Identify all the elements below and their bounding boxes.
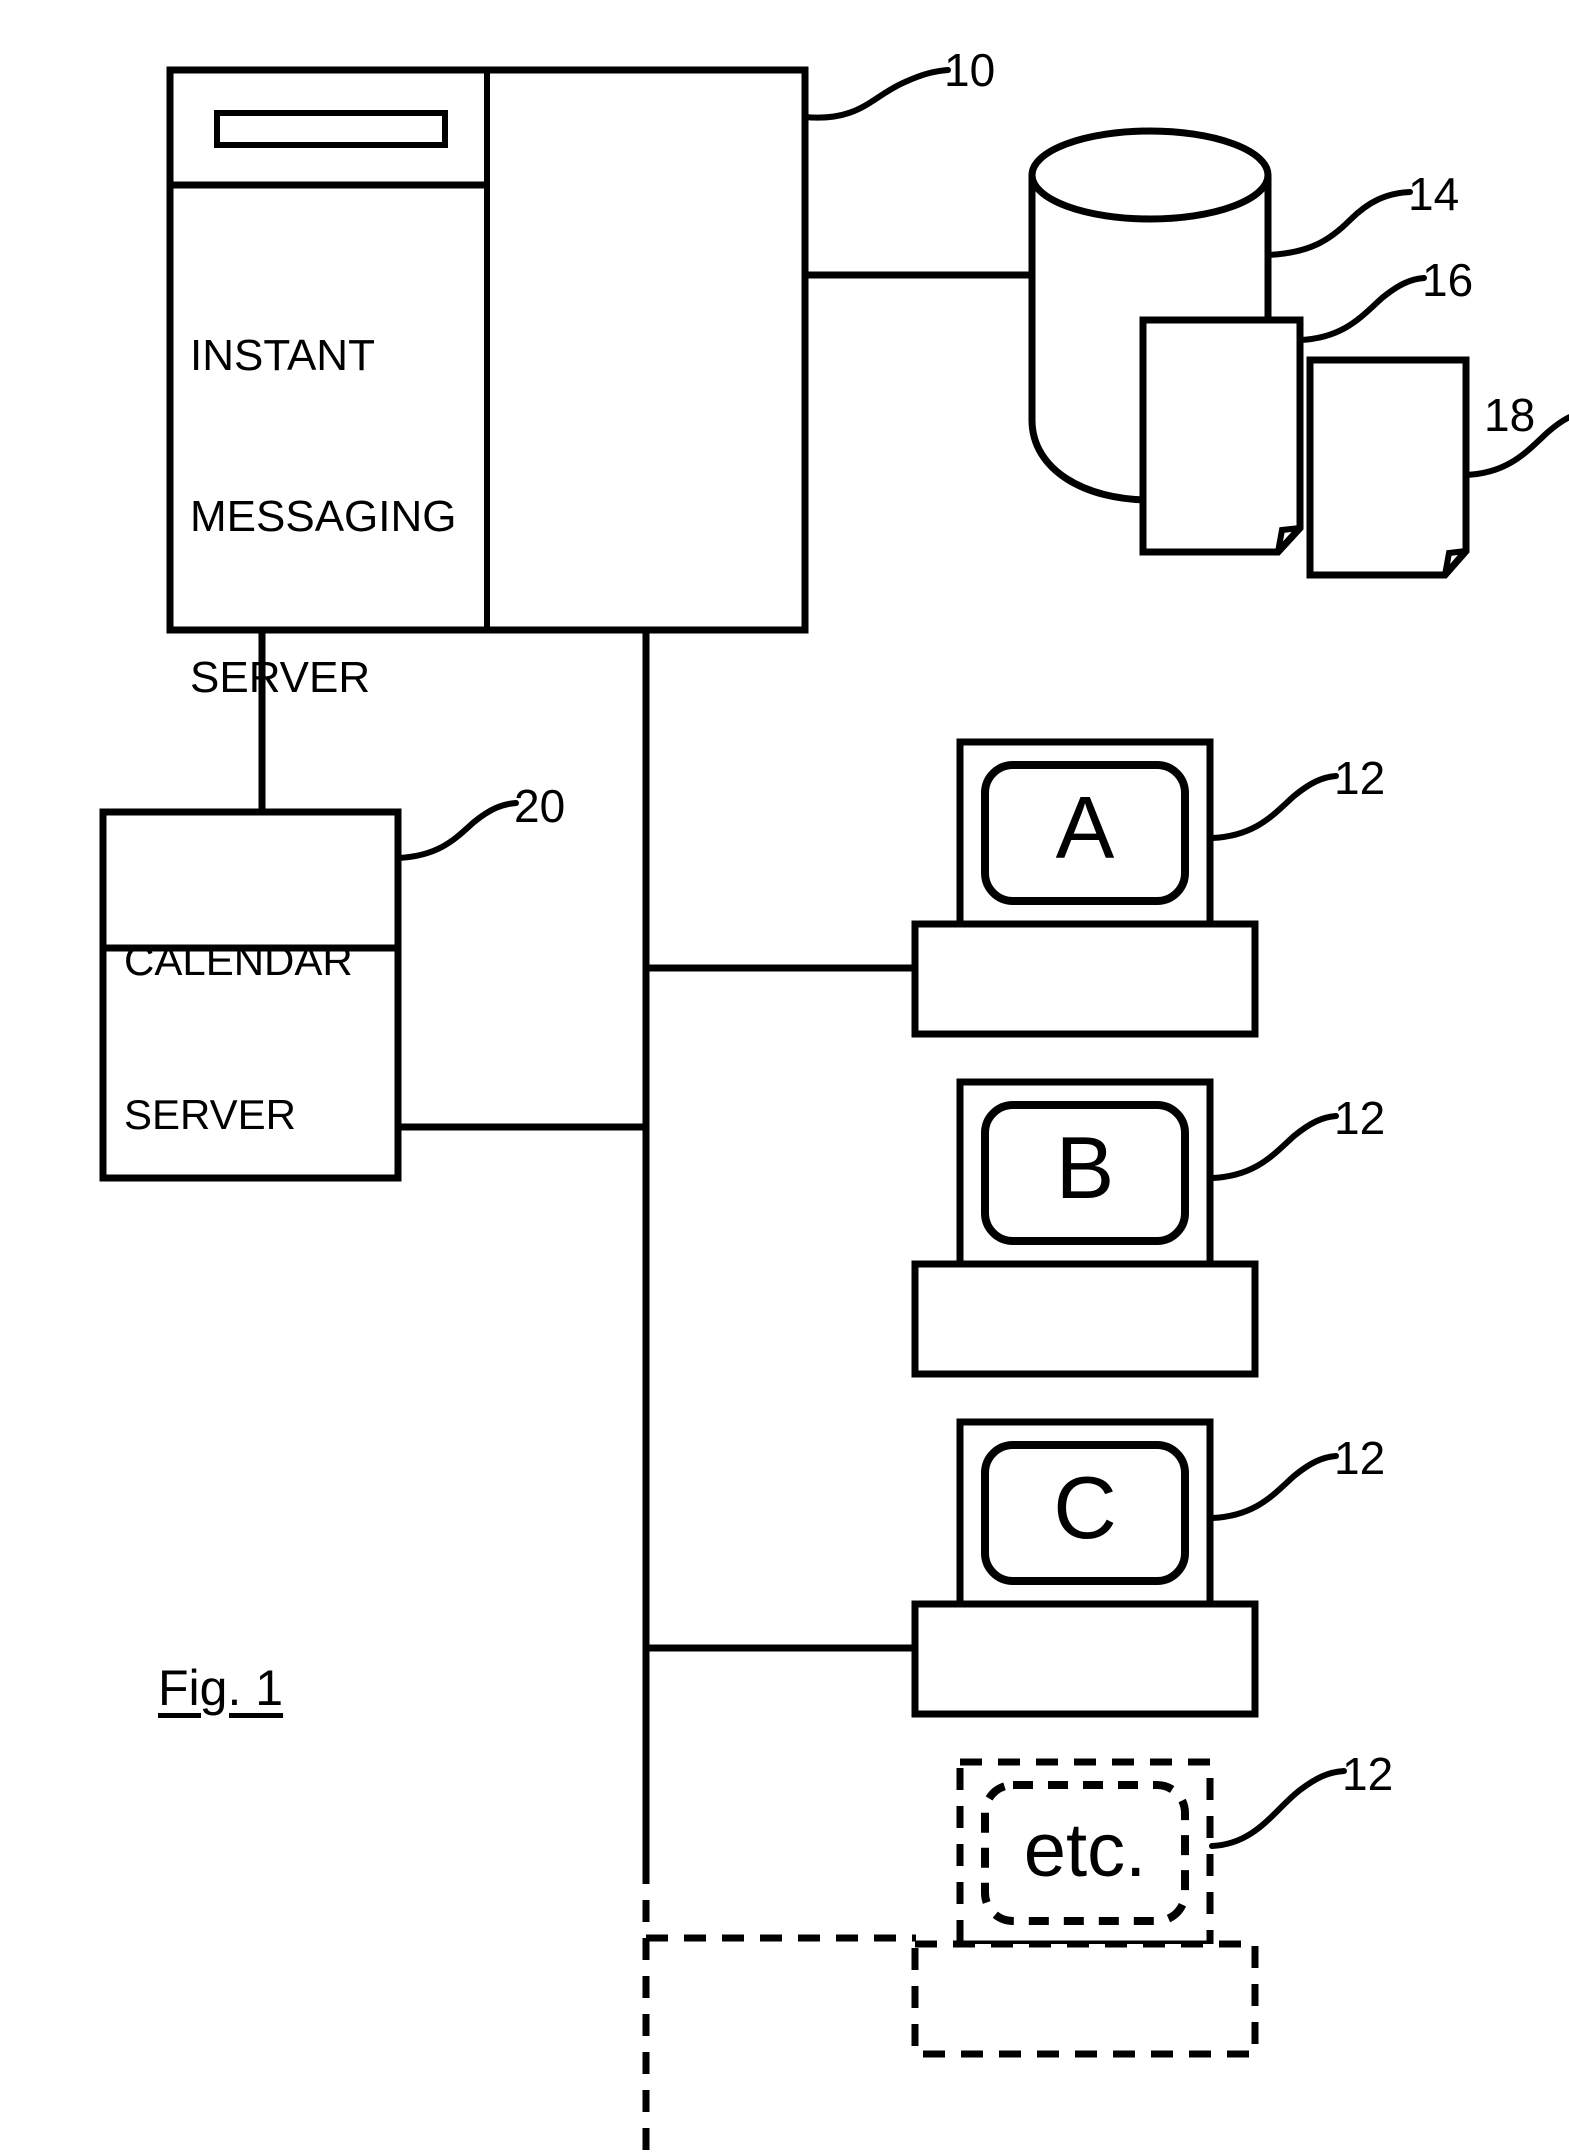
document-front-page [1139, 316, 1304, 556]
ref-numeral-20: 20 [514, 780, 566, 832]
document-front-shape [1139, 316, 1304, 556]
ref-numeral-18: 18 [1484, 389, 1536, 441]
leader-line-12-c [1209, 1453, 1339, 1521]
im-server-label-line3: SERVER [190, 653, 371, 703]
leader-line-10 [802, 67, 951, 121]
im-server-label-line2: MESSAGING [190, 492, 457, 542]
leader-line-12-etc [1209, 1768, 1347, 1849]
client-etc-base [911, 1940, 1259, 2058]
client-b-screen-label: B [1055, 1118, 1115, 1217]
figure-canvas: INSTANT MESSAGING SERVER 10 14 16 18 CAL… [0, 0, 1569, 2155]
document-back-page [1306, 356, 1470, 579]
figure-caption: Fig. 1 [158, 1660, 284, 1716]
leader-line-12-b [1209, 1113, 1339, 1181]
ref-numeral-16: 16 [1422, 254, 1474, 306]
client-a-base [911, 920, 1259, 1038]
cylinder-top-ellipse [1028, 127, 1272, 223]
ref-numeral-12-c: 12 [1334, 1432, 1386, 1484]
im-server-label: INSTANT MESSAGING SERVER [190, 222, 457, 812]
ref-numeral-12-a: 12 [1334, 752, 1386, 804]
ref-numeral-12-b: 12 [1334, 1092, 1386, 1144]
ref-numeral-14: 14 [1408, 168, 1460, 220]
calendar-server-label: CALENDAR SERVER [124, 833, 353, 1243]
im-server-label-line1: INSTANT [190, 331, 375, 381]
client-a-screen-label: A [1055, 778, 1115, 877]
document-back-shape [1306, 356, 1470, 579]
calendar-server-label-line2: SERVER [124, 1091, 296, 1139]
client-c-screen-label: C [1053, 1458, 1117, 1557]
im-server-drive-slot [214, 110, 448, 148]
ref-numeral-12-etc: 12 [1342, 1748, 1394, 1800]
client-etc-screen-label: etc. [1023, 1808, 1147, 1893]
calendar-server-label-line1: CALENDAR [124, 937, 353, 985]
client-etc-shape [911, 1758, 1259, 2058]
leader-line-12-a [1209, 773, 1339, 841]
client-b-base [911, 1260, 1259, 1378]
ref-numeral-10: 10 [944, 44, 996, 96]
leader-line-16 [1297, 275, 1427, 343]
leader-line-14 [1265, 189, 1413, 258]
client-c-base [911, 1600, 1259, 1718]
